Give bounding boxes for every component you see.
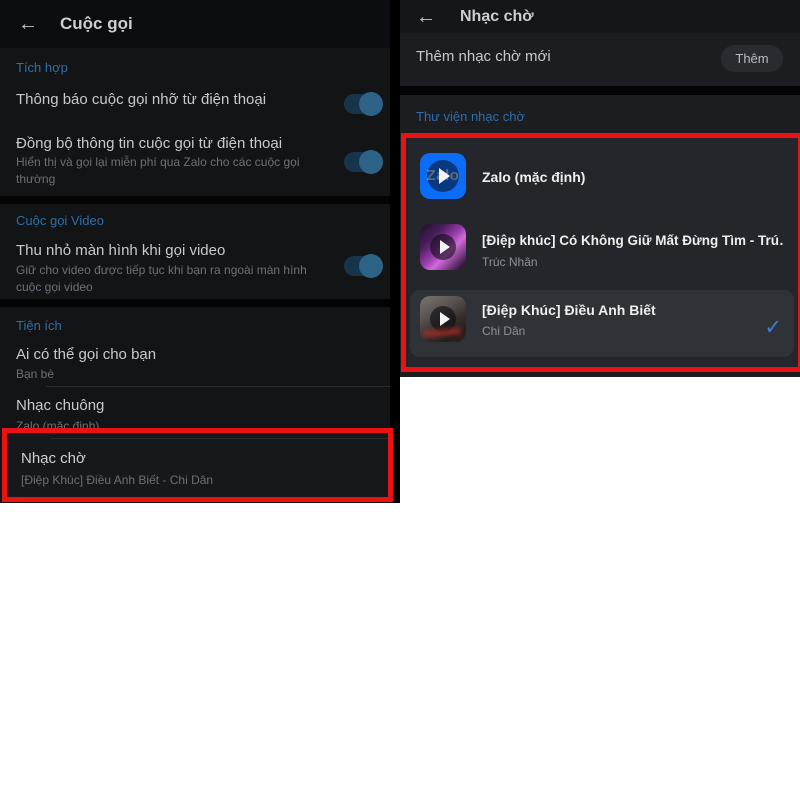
play-icon: [427, 160, 459, 192]
song-list: Zalo Zalo (mặc định) [Điệp khúc] Có K: [406, 138, 798, 367]
calls-header: ← Cuộc gọi: [0, 0, 390, 48]
setting-item-minimize-video[interactable]: Thu nhỏ màn hình khi gọi video Giữ cho v…: [0, 232, 390, 299]
section-label-library: Thư viện nhạc chờ: [416, 109, 525, 124]
page-title: Nhạc chờ: [460, 8, 534, 26]
section-label-video: Cuộc gọi Video: [16, 213, 104, 228]
back-icon[interactable]: ←: [416, 7, 436, 27]
setting-title: Nhạc chuông: [16, 397, 104, 414]
song-artist: Trúc Nhân: [482, 255, 538, 269]
setting-value: Bạn bè: [16, 366, 54, 383]
ringback-header: ← Nhạc chờ: [400, 0, 800, 33]
calls-settings-screen: ← Cuộc gọi Tích hợp Thông báo cuộc gọi n…: [0, 0, 390, 503]
toggle-knob: [359, 150, 383, 174]
setting-subtitle: Giữ cho video được tiếp tục khi bạn ra n…: [16, 262, 326, 296]
composite-screenshot: ← Cuộc gọi Tích hợp Thông báo cuộc gọi n…: [0, 0, 800, 800]
setting-item-ringback[interactable]: Nhạc chờ [Điệp Khúc] Điều Anh Biết - Chi…: [7, 433, 388, 497]
song-artist: Chi Dân: [482, 324, 525, 338]
toggle-sync-calls[interactable]: [344, 152, 381, 172]
add-ringback-label: Thêm nhạc chờ mới: [416, 48, 551, 65]
song-title: [Điệp Khúc] Điều Anh Biết: [482, 302, 656, 318]
page-title: Cuộc gọi: [60, 14, 133, 34]
setting-title: Thông báo cuộc gọi nhỡ từ điện thoại: [16, 91, 266, 108]
song-row-zalo-default[interactable]: Zalo Zalo (mặc định): [406, 142, 798, 218]
section-label-integration: Tích hợp: [16, 60, 68, 75]
song-title: [Điệp khúc] Có Không Giữ Mất Đừng Tìm - …: [482, 233, 784, 248]
song-row-co-khong-giu[interactable]: [Điệp khúc] Có Không Giữ Mất Đừng Tìm - …: [406, 218, 798, 288]
setting-item-missed-call[interactable]: Thông báo cuộc gọi nhỡ từ điện thoại: [0, 82, 390, 124]
setting-item-ringtone[interactable]: Nhạc chuông Zalo (mặc định): [0, 390, 390, 428]
toggle-knob: [359, 92, 383, 116]
setting-title: Đồng bộ thông tin cuộc gọi từ điện thoại: [16, 135, 282, 152]
setting-item-who-can-call[interactable]: Ai có thể gọi cho bạn Bạn bè: [0, 338, 390, 384]
setting-subtitle: Hiển thị và gọi lại miễn phí qua Zalo ch…: [16, 154, 326, 188]
play-triangle-icon: [439, 168, 450, 184]
setting-item-sync-calls[interactable]: Đồng bộ thông tin cuộc gọi từ điện thoại…: [0, 124, 390, 196]
setting-value: [Điệp Khúc] Điều Anh Biết - Chi Dân: [21, 472, 213, 489]
play-icon: [430, 234, 456, 260]
toggle-missed-call[interactable]: [344, 94, 381, 114]
section-gap: [0, 196, 390, 204]
add-ringback-row: Thêm nhạc chờ mới Thêm: [400, 33, 800, 86]
setting-title: Thu nhỏ màn hình khi gọi video: [16, 242, 225, 259]
toggle-knob: [359, 254, 383, 278]
song-title: Zalo (mặc định): [482, 169, 585, 185]
back-icon[interactable]: ←: [18, 14, 38, 34]
album-art: [420, 296, 466, 342]
add-button[interactable]: Thêm: [721, 45, 783, 72]
row-divider: [46, 386, 390, 387]
selected-check-icon: ✓: [764, 315, 782, 340]
ringback-screen: ← Nhạc chờ Thêm nhạc chờ mới Thêm Thư vi…: [400, 0, 800, 377]
song-row-dieu-anh-biet[interactable]: [410, 290, 794, 357]
section-gap: [0, 299, 390, 307]
toggle-minimize-video[interactable]: [344, 256, 381, 276]
row-divider: [51, 438, 388, 439]
setting-title: Ai có thể gọi cho bạn: [16, 346, 156, 363]
play-triangle-icon: [440, 240, 450, 254]
play-icon: [430, 306, 456, 332]
highlight-box-library: Zalo Zalo (mặc định) [Điệp khúc] Có K: [401, 133, 800, 372]
album-art: [420, 224, 466, 270]
play-triangle-icon: [440, 312, 450, 326]
section-label-utilities: Tiện ích: [16, 318, 62, 333]
highlight-box-ringback: Nhạc chờ [Điệp Khúc] Điều Anh Biết - Chi…: [2, 428, 393, 502]
section-gap: [400, 86, 800, 95]
zalo-app-icon: Zalo: [420, 153, 466, 199]
setting-title: Nhạc chờ: [21, 450, 86, 467]
